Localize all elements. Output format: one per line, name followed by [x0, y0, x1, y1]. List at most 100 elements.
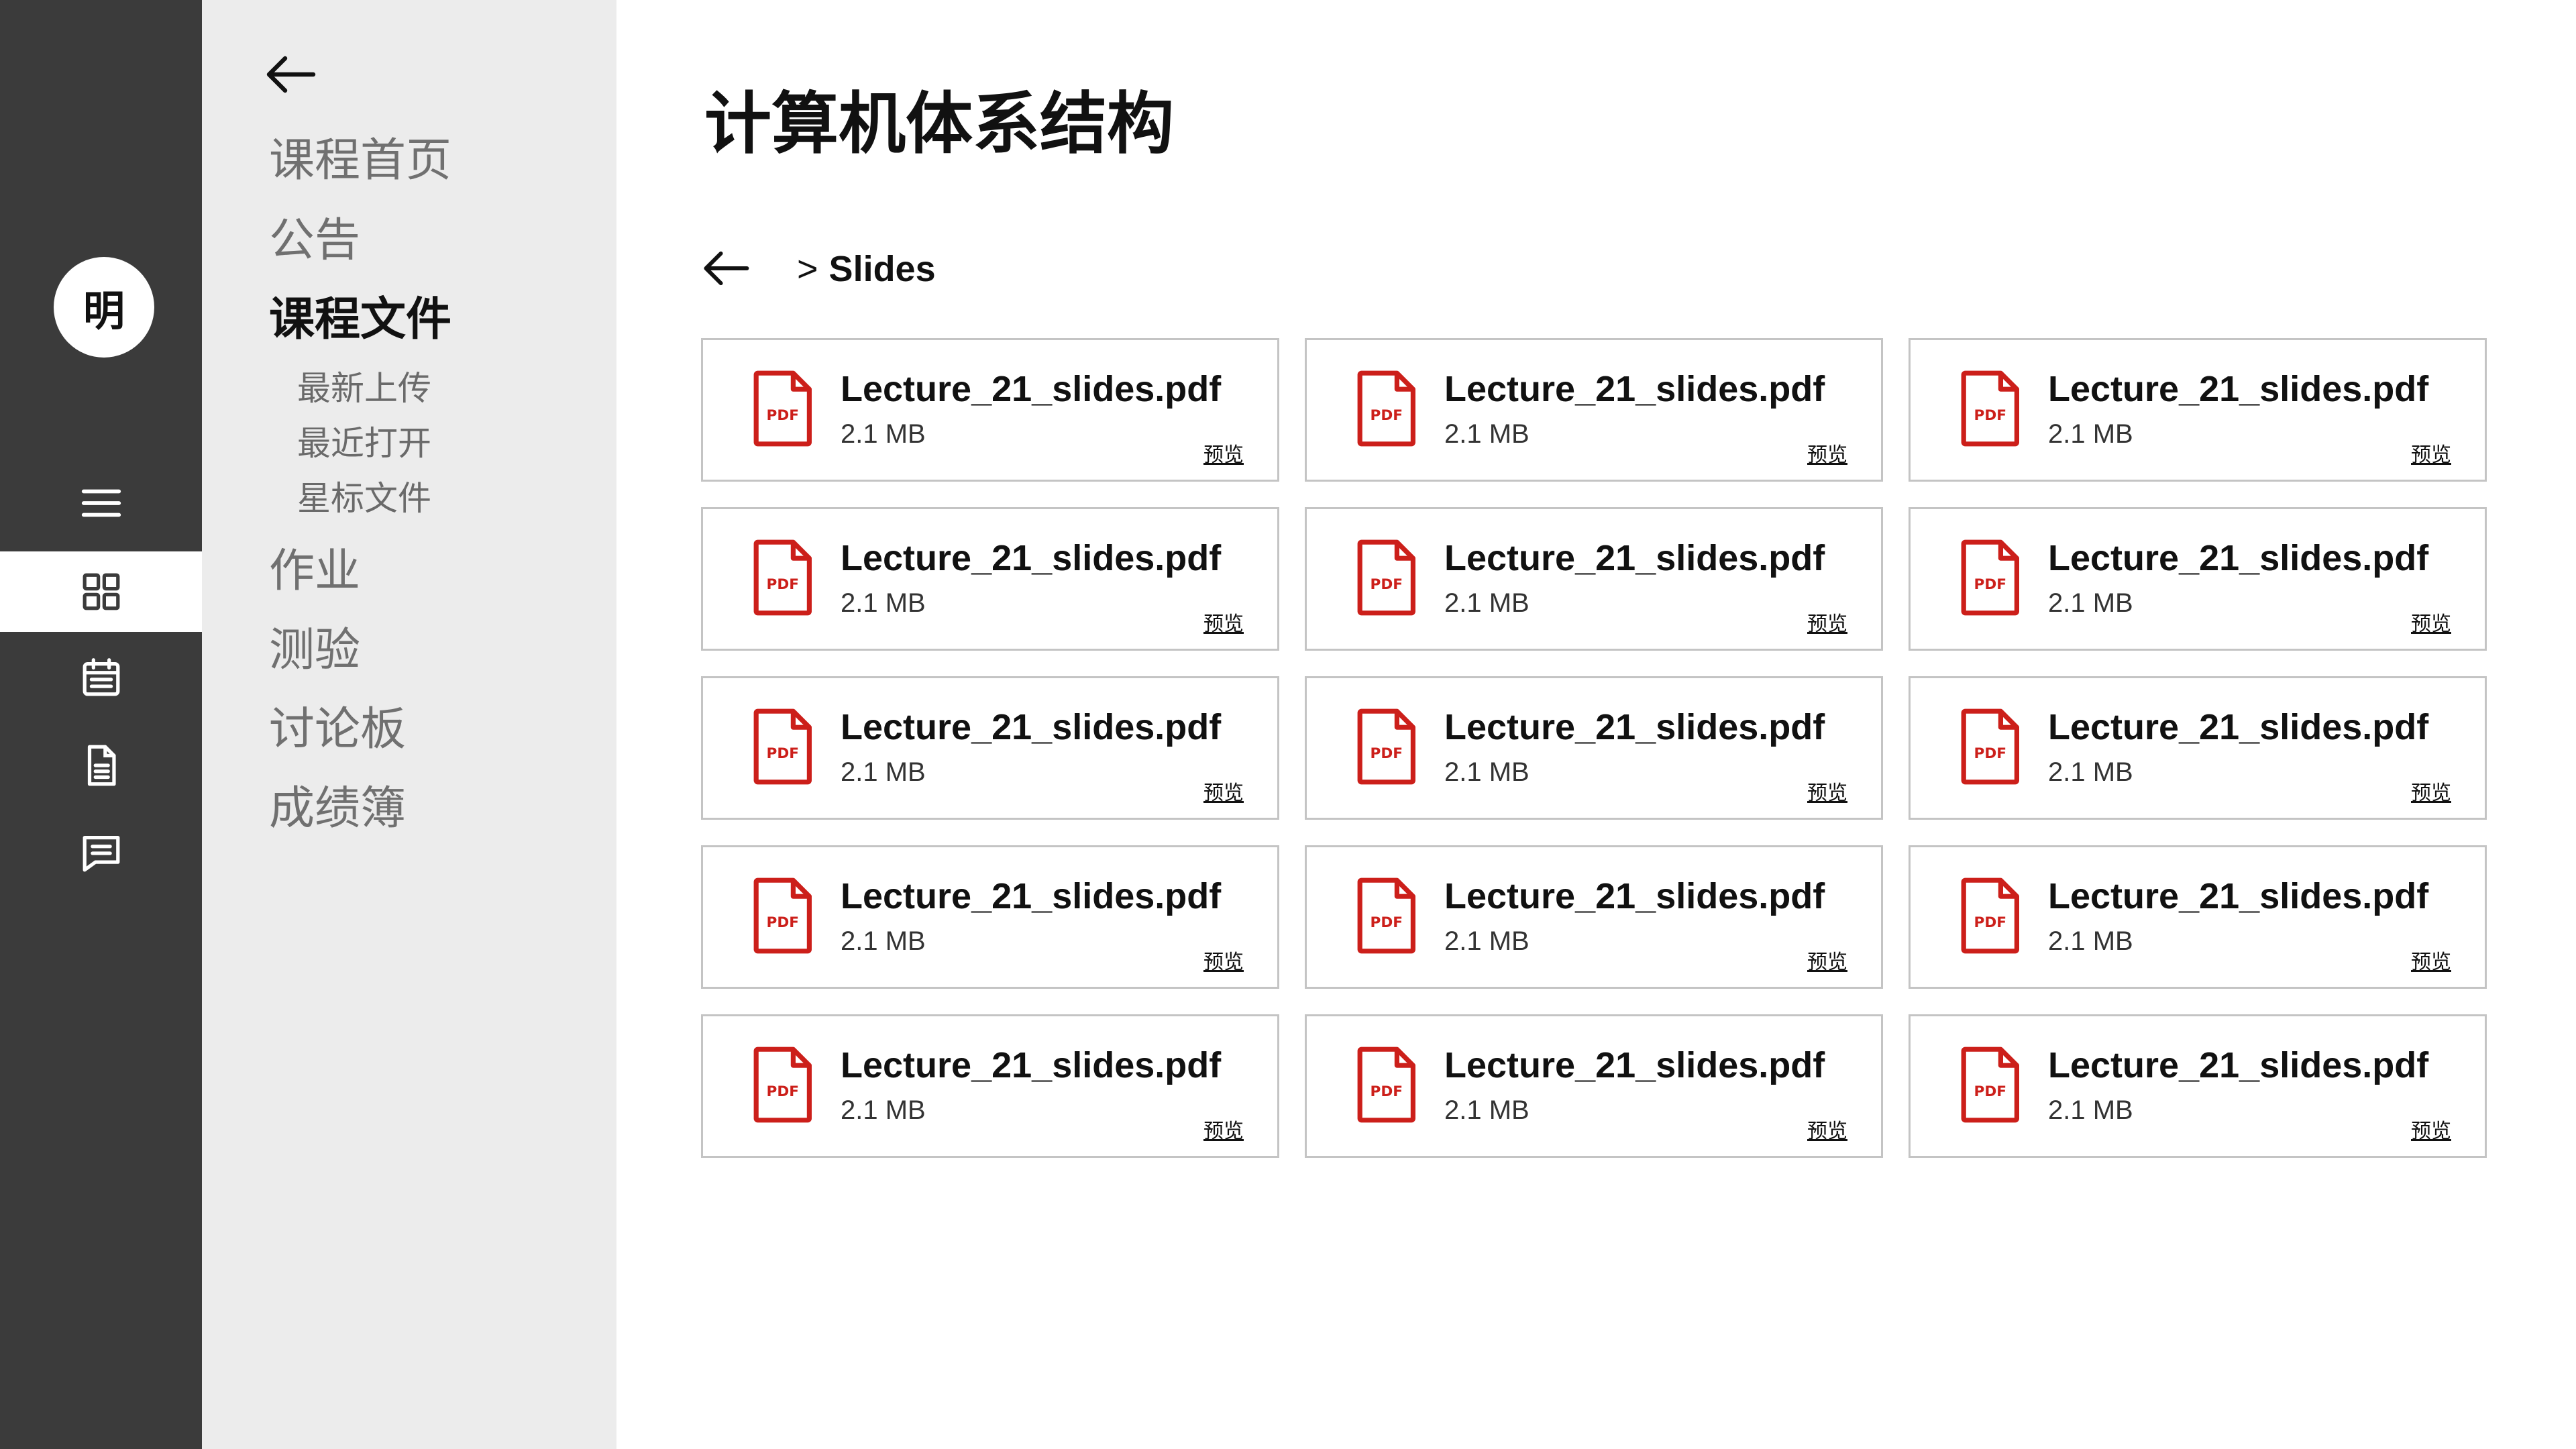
calendar-button[interactable] [0, 637, 202, 718]
pdf-file-icon: PDF [751, 1046, 816, 1124]
nav-sub-recently-opened[interactable]: 最近打开 [297, 427, 431, 460]
file-size: 2.1 MB [841, 419, 926, 449]
preview-link[interactable]: 预览 [2411, 444, 2451, 466]
preview-link[interactable]: 预览 [1203, 613, 1244, 635]
file-size: 2.1 MB [1444, 419, 1529, 449]
calendar-icon [83, 658, 119, 696]
file-card[interactable]: PDF Lecture_21_slides.pdf 2.1 MB 预览 [1305, 507, 1883, 651]
preview-link[interactable]: 预览 [1807, 951, 1847, 973]
file-size: 2.1 MB [841, 757, 926, 787]
avatar[interactable]: 明 [54, 257, 154, 358]
pdf-file-icon: PDF [1355, 877, 1419, 955]
file-name: Lecture_21_slides.pdf [1444, 538, 1825, 578]
file-card[interactable]: PDF Lecture_21_slides.pdf 2.1 MB 预览 [1305, 845, 1883, 989]
preview-link[interactable]: 预览 [1203, 782, 1244, 804]
preview-link[interactable]: 预览 [1807, 1120, 1847, 1142]
pdf-file-icon: PDF [1355, 370, 1419, 447]
svg-text:PDF: PDF [767, 407, 800, 424]
pdf-file-icon: PDF [1959, 877, 2023, 955]
preview-link[interactable]: 预览 [1807, 444, 1847, 466]
file-size: 2.1 MB [841, 926, 926, 956]
preview-link[interactable]: 预览 [1203, 444, 1244, 466]
file-size: 2.1 MB [841, 1095, 926, 1125]
courses-button[interactable] [0, 551, 202, 632]
page-title: 计算机体系结构 [704, 87, 1174, 162]
breadcrumb-back-button[interactable] [701, 247, 751, 290]
file-card[interactable]: PDF Lecture_21_slides.pdf 2.1 MB 预览 [1909, 1014, 2487, 1158]
nav-item-files[interactable]: 课程文件 [269, 297, 451, 342]
file-name: Lecture_21_slides.pdf [2048, 707, 2429, 747]
file-card[interactable]: PDF Lecture_21_slides.pdf 2.1 MB 预览 [1909, 507, 2487, 651]
file-grid: PDF Lecture_21_slides.pdf 2.1 MB 预览 PDF … [701, 338, 2487, 1158]
file-name: Lecture_21_slides.pdf [2048, 876, 2429, 916]
preview-link[interactable]: 预览 [2411, 613, 2451, 635]
svg-text:PDF: PDF [1371, 576, 1403, 593]
menu-icon [81, 489, 121, 517]
pdf-file-icon: PDF [751, 370, 816, 447]
nav-sub-starred-files[interactable]: 星标文件 [297, 482, 431, 515]
nav-item-quizzes[interactable]: 测验 [269, 627, 360, 673]
pdf-file-icon: PDF [1959, 539, 2023, 616]
pdf-file-icon: PDF [751, 877, 816, 955]
nav-item-gradebook[interactable]: 成绩簿 [269, 786, 406, 831]
file-card[interactable]: PDF Lecture_21_slides.pdf 2.1 MB 预览 [1909, 338, 2487, 482]
pdf-file-icon: PDF [751, 539, 816, 616]
file-card[interactable]: PDF Lecture_21_slides.pdf 2.1 MB 预览 [1909, 676, 2487, 820]
chat-icon [83, 836, 119, 872]
svg-text:PDF: PDF [1371, 407, 1403, 424]
file-size: 2.1 MB [1444, 588, 1529, 618]
file-name: Lecture_21_slides.pdf [841, 876, 1222, 916]
svg-text:PDF: PDF [1974, 914, 2007, 931]
file-size: 2.1 MB [2048, 588, 2133, 618]
preview-link[interactable]: 预览 [2411, 782, 2451, 804]
file-name: Lecture_21_slides.pdf [1444, 369, 1825, 409]
nav-item-assignments[interactable]: 作业 [269, 548, 360, 594]
pdf-file-icon: PDF [1355, 539, 1419, 616]
document-icon [87, 745, 116, 786]
file-card[interactable]: PDF Lecture_21_slides.pdf 2.1 MB 预览 [701, 1014, 1279, 1158]
file-size: 2.1 MB [841, 588, 926, 618]
svg-text:PDF: PDF [1974, 1083, 2007, 1100]
file-card[interactable]: PDF Lecture_21_slides.pdf 2.1 MB 预览 [701, 338, 1279, 482]
menu-button[interactable] [0, 463, 202, 543]
nav-back-button[interactable] [264, 52, 317, 97]
file-card[interactable]: PDF Lecture_21_slides.pdf 2.1 MB 预览 [701, 676, 1279, 820]
file-card[interactable]: PDF Lecture_21_slides.pdf 2.1 MB 预览 [701, 507, 1279, 651]
arrow-left-icon [266, 56, 316, 93]
file-name: Lecture_21_slides.pdf [1444, 1045, 1825, 1085]
file-card[interactable]: PDF Lecture_21_slides.pdf 2.1 MB 预览 [701, 845, 1279, 989]
svg-text:PDF: PDF [1371, 745, 1403, 762]
preview-link[interactable]: 预览 [2411, 1120, 2451, 1142]
messages-button[interactable] [0, 813, 202, 894]
preview-link[interactable]: 预览 [1203, 1120, 1244, 1142]
breadcrumb: > Slides [797, 249, 936, 289]
file-size: 2.1 MB [2048, 757, 2133, 787]
preview-link[interactable]: 预览 [1807, 613, 1847, 635]
file-card[interactable]: PDF Lecture_21_slides.pdf 2.1 MB 预览 [1305, 676, 1883, 820]
svg-text:PDF: PDF [1371, 1083, 1403, 1100]
pdf-file-icon: PDF [1355, 708, 1419, 786]
preview-link[interactable]: 预览 [2411, 951, 2451, 973]
nav-item-announcements[interactable]: 公告 [269, 217, 360, 263]
file-card[interactable]: PDF Lecture_21_slides.pdf 2.1 MB 预览 [1909, 845, 2487, 989]
pdf-file-icon: PDF [1959, 1046, 2023, 1124]
file-name: Lecture_21_slides.pdf [1444, 876, 1825, 916]
preview-link[interactable]: 预览 [1807, 782, 1847, 804]
pdf-file-icon: PDF [751, 708, 816, 786]
file-card[interactable]: PDF Lecture_21_slides.pdf 2.1 MB 预览 [1305, 1014, 1883, 1158]
breadcrumb-separator: > [797, 249, 818, 289]
svg-text:PDF: PDF [1974, 745, 2007, 762]
file-card[interactable]: PDF Lecture_21_slides.pdf 2.1 MB 预览 [1305, 338, 1883, 482]
file-size: 2.1 MB [1444, 1095, 1529, 1125]
svg-text:PDF: PDF [767, 914, 800, 931]
pdf-file-icon: PDF [1355, 1046, 1419, 1124]
grid-icon [83, 573, 119, 610]
arrow-left-icon [704, 251, 749, 286]
left-rail: 明 [0, 0, 202, 1449]
documents-button[interactable] [0, 725, 202, 806]
app-root: 明 课程首页 公告 课程文件 最新上传 最近打开 星标文件 作业 测验 讨论板 … [0, 0, 2576, 1449]
nav-item-discussions[interactable]: 讨论板 [269, 706, 406, 752]
preview-link[interactable]: 预览 [1203, 951, 1244, 973]
nav-sub-latest-uploads[interactable]: 最新上传 [297, 372, 431, 405]
nav-item-home[interactable]: 课程首页 [269, 138, 451, 183]
